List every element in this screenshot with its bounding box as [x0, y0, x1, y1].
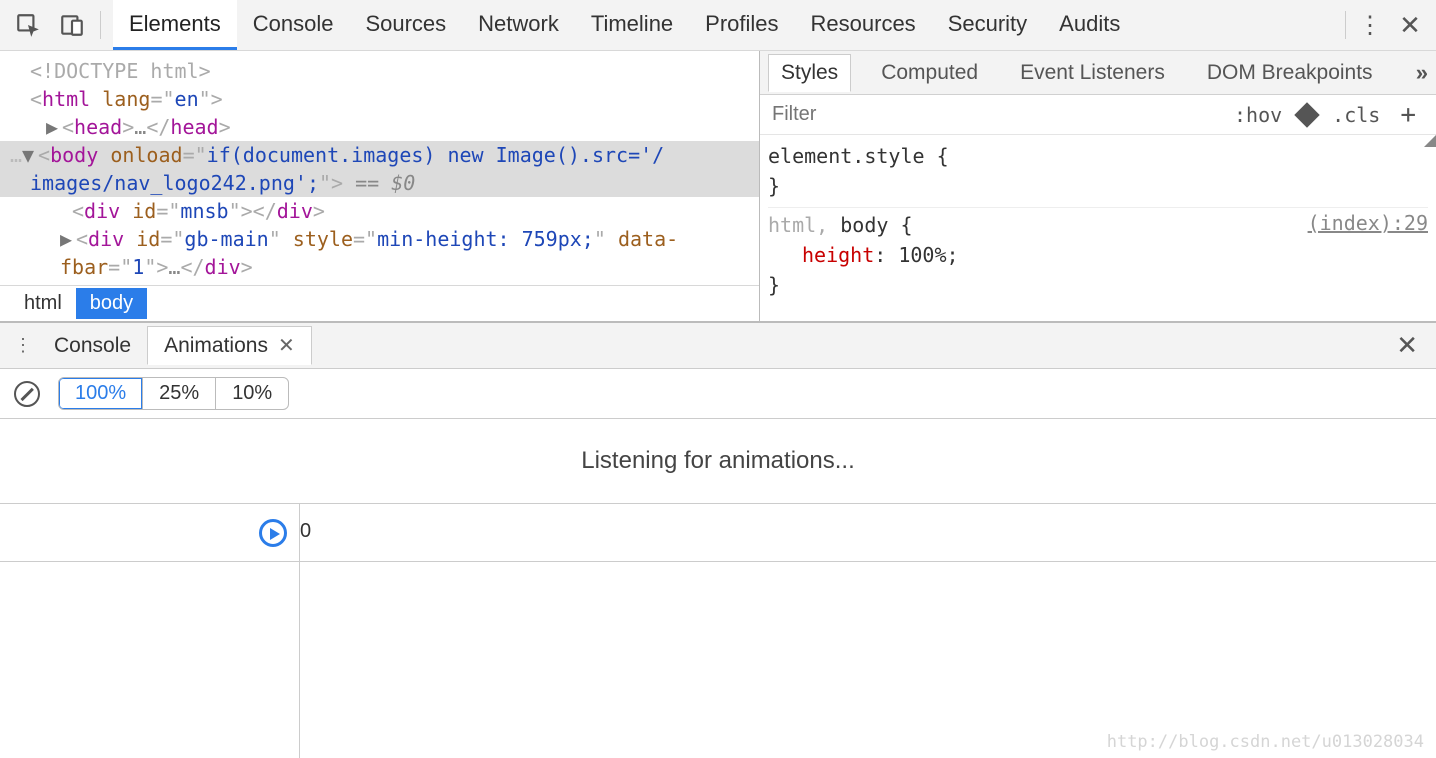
replay-icon[interactable] [259, 519, 287, 547]
drawer-tab-animations-label: Animations [164, 334, 268, 358]
dom-node-div-mnsb[interactable]: <div id="mnsb"></div> [0, 197, 759, 225]
tab-sources[interactable]: Sources [349, 0, 462, 50]
diamond-icon[interactable] [1294, 102, 1319, 127]
cls-toggle[interactable]: .cls [1322, 103, 1390, 127]
speed-25[interactable]: 25% [143, 378, 216, 409]
breadcrumb-html[interactable]: html [10, 288, 76, 319]
playback-speed-group: 100% 25% 10% [58, 377, 289, 410]
styles-subtabs: Styles Computed Event Listeners DOM Brea… [760, 51, 1436, 95]
resize-notch-icon [1424, 135, 1436, 147]
inspect-icon[interactable] [8, 5, 48, 45]
timeline-left-gutter [0, 504, 300, 561]
dom-tree-pane: <!DOCTYPE html> <html lang="en"> ▶<head>… [0, 51, 760, 321]
style-rules: element.style { } (index):29 html, body … [760, 135, 1436, 314]
top-left-icons [0, 0, 113, 50]
top-right-controls: ⋮ ✕ [1341, 0, 1436, 50]
subtab-event-listeners[interactable]: Event Listeners [1008, 55, 1177, 91]
rule-line: element.style { [768, 141, 1428, 171]
tab-security[interactable]: Security [932, 0, 1043, 50]
drawer-tab-bar: ⋮ Console Animations ✕ ✕ [0, 323, 1436, 369]
subtab-computed[interactable]: Computed [869, 55, 990, 91]
expand-icon[interactable]: ▶ [46, 113, 60, 141]
animations-toolbar: 100% 25% 10% [0, 369, 1436, 419]
drawer-close-icon[interactable]: ✕ [1386, 330, 1428, 361]
drawer-tab-animations[interactable]: Animations ✕ [147, 326, 312, 365]
kebab-menu-icon[interactable]: ⋮ [1350, 5, 1390, 45]
main-tab-bar: Elements Console Sources Network Timelin… [0, 0, 1436, 51]
tab-console[interactable]: Console [237, 0, 350, 50]
drawer-tab-console[interactable]: Console [38, 328, 147, 364]
dom-node-div-gbmain[interactable]: ▶<div id="gb-main" style="min-height: 75… [0, 225, 759, 253]
drawer: ⋮ Console Animations ✕ ✕ 100% 25% 10% Li… [0, 322, 1436, 758]
rule-prop-line[interactable]: height: 100%; [768, 240, 1428, 270]
styles-pane: Styles Computed Event Listeners DOM Brea… [760, 51, 1436, 321]
timeline-body-tracks[interactable] [300, 562, 1436, 758]
dom-node-div-gbmain-line2[interactable]: fbar="1">…</div> [0, 253, 759, 281]
animations-timeline-header: 0 [0, 504, 1436, 562]
rule-close-line: } [768, 270, 1428, 300]
speed-100[interactable]: 100% [59, 378, 143, 409]
main-tabs: Elements Console Sources Network Timelin… [113, 0, 1136, 50]
breadcrumb-bar: html body [0, 285, 759, 321]
styles-toolbar: :hov .cls + [760, 95, 1436, 135]
breadcrumb-body[interactable]: body [76, 288, 147, 319]
collapse-icon[interactable]: ▼ [22, 141, 36, 169]
timeline-body-gutter [0, 562, 300, 758]
tab-audits[interactable]: Audits [1043, 0, 1136, 50]
tab-resources[interactable]: Resources [795, 0, 932, 50]
dom-node-head[interactable]: ▶<head>…</head> [0, 113, 759, 141]
overflow-dots: … [10, 143, 20, 167]
dom-node-body-selected-line2[interactable]: images/nav_logo242.png';"> == $0 [0, 169, 759, 197]
subtab-dom-breakpoints[interactable]: DOM Breakpoints [1195, 55, 1385, 91]
speed-10[interactable]: 10% [216, 378, 288, 409]
styles-filter-input[interactable] [770, 102, 860, 127]
rule-html-body[interactable]: (index):29 html, body { height: 100%; } [768, 208, 1428, 306]
hov-toggle[interactable]: :hov [1224, 103, 1292, 127]
device-toggle-icon[interactable] [52, 5, 92, 45]
animations-timeline-body [0, 562, 1436, 758]
dom-node-body-selected[interactable]: …▼<body onload="if(document.images) new … [0, 141, 759, 169]
tab-timeline[interactable]: Timeline [575, 0, 689, 50]
separator [100, 11, 101, 39]
clear-animations-icon[interactable] [14, 381, 40, 407]
subtab-styles[interactable]: Styles [768, 54, 851, 92]
close-devtools-icon[interactable]: ✕ [1390, 5, 1430, 45]
separator [1345, 11, 1346, 39]
dom-node-html[interactable]: <html lang="en"> [0, 85, 759, 113]
animations-listening-message: Listening for animations... [0, 419, 1436, 504]
drawer-kebab-icon[interactable]: ⋮ [8, 335, 38, 356]
new-rule-button[interactable]: + [1390, 100, 1426, 130]
expand-icon[interactable]: ▶ [60, 225, 74, 253]
doctype-text: <!DOCTYPE html> [30, 59, 211, 83]
dom-tree[interactable]: <!DOCTYPE html> <html lang="en"> ▶<head>… [0, 51, 759, 285]
tab-network[interactable]: Network [462, 0, 575, 50]
close-tab-icon[interactable]: ✕ [278, 333, 295, 358]
tab-profiles[interactable]: Profiles [689, 0, 794, 50]
rule-line: } [768, 171, 1428, 201]
timeline-zero-label: 0 [300, 520, 311, 543]
rule-element-style[interactable]: element.style { } [768, 139, 1428, 208]
dom-node-doctype[interactable]: <!DOCTYPE html> [0, 57, 759, 85]
rule-source-link[interactable]: (index):29 [1308, 208, 1428, 238]
tab-elements[interactable]: Elements [113, 0, 237, 50]
elements-panel: <!DOCTYPE html> <html lang="en"> ▶<head>… [0, 51, 1436, 322]
more-tabs-icon[interactable]: » [1416, 60, 1428, 86]
